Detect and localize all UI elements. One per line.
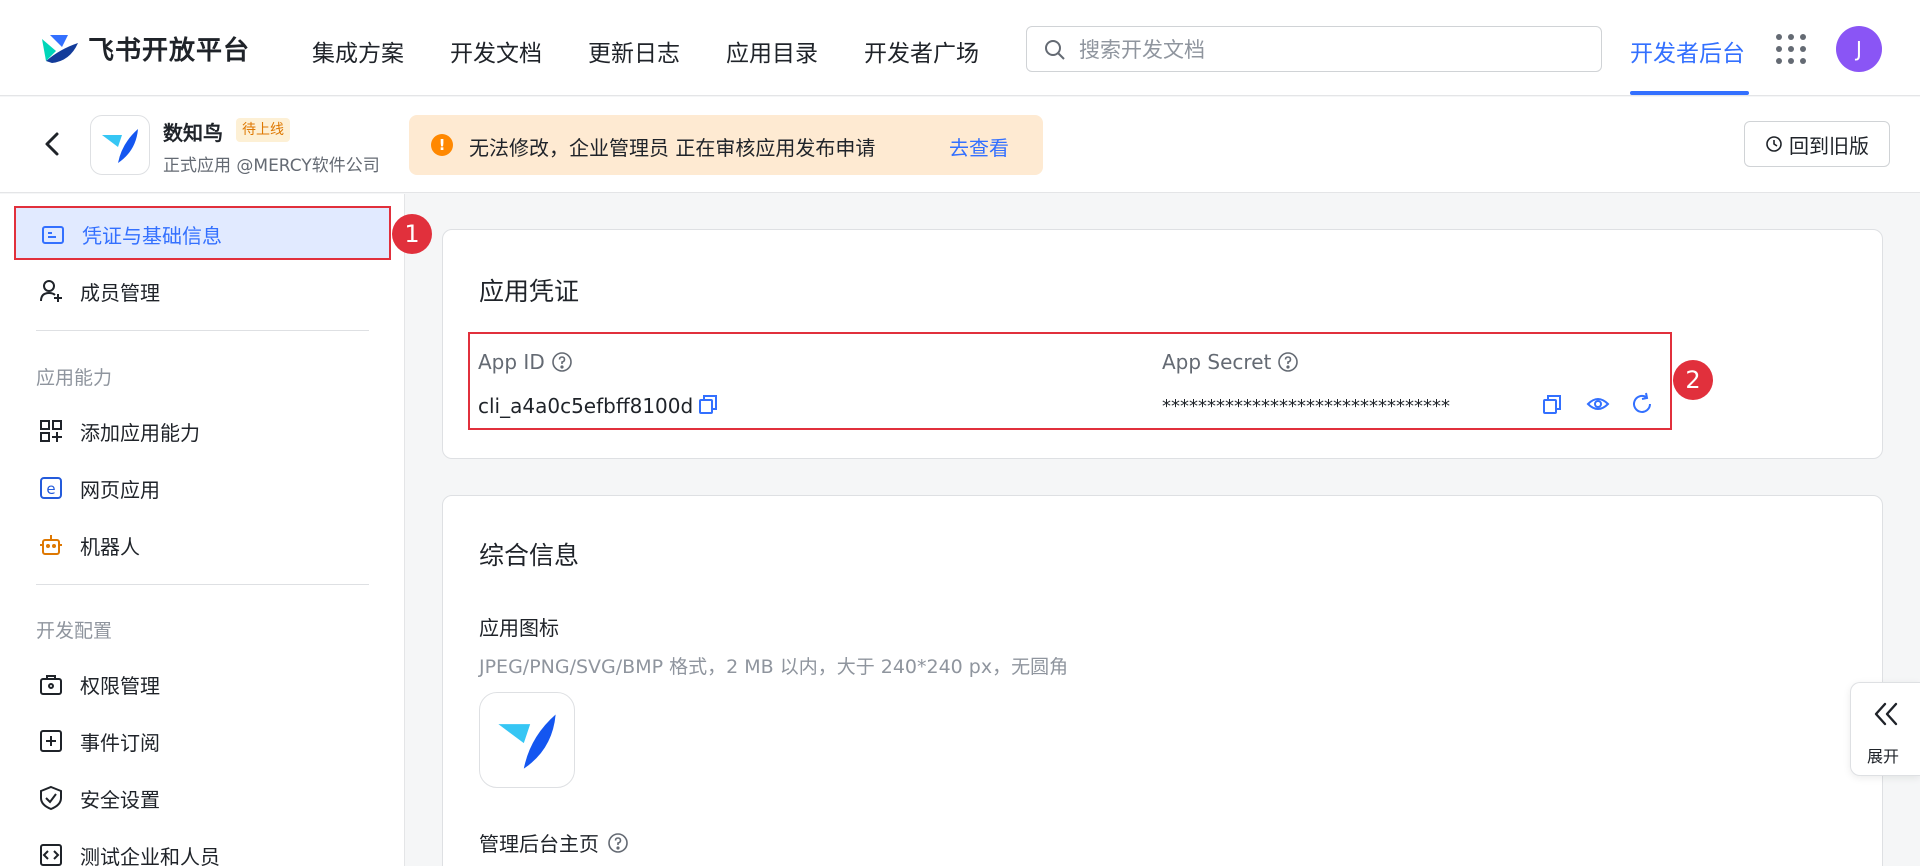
app-grid-icon[interactable] (1776, 34, 1806, 64)
admin-home-label: 管理后台主页 (479, 828, 629, 857)
web-app-icon: e (40, 477, 62, 499)
double-chevron-left-icon (1874, 702, 1898, 726)
sidebar-item-label: 测试企业和人员 (80, 844, 220, 866)
app-icon-upload[interactable] (479, 692, 575, 788)
expand-label: 展开 (1867, 747, 1900, 766)
sidebar-group-title: 开发配置 (36, 620, 113, 642)
annotation-marker-1: 1 (392, 214, 432, 254)
app-secret-label: App Secret (1162, 350, 1299, 374)
app-id-label-text: App ID (478, 350, 545, 374)
copy-icon[interactable] (1540, 392, 1564, 416)
sidebar-item-label: 网页应用 (80, 477, 160, 502)
nav-item-developer-square[interactable]: 开发者广场 (864, 34, 979, 68)
help-circle-icon[interactable] (551, 351, 573, 373)
robot-icon (40, 535, 62, 555)
general-info-card: 综合信息 应用图标 JPEG/PNG/SVG/BMP 格式，2 MB 以内，大于… (442, 495, 1883, 866)
search-icon (1045, 40, 1065, 60)
nav-item-app-directory[interactable]: 应用目录 (726, 34, 818, 68)
feishu-logo-icon (42, 34, 78, 63)
search-box[interactable] (1026, 26, 1602, 72)
sidebar-item-label: 成员管理 (80, 280, 160, 305)
alert-view-link[interactable]: 去查看 (949, 132, 1009, 161)
eye-icon[interactable] (1586, 392, 1610, 416)
help-circle-icon[interactable] (1277, 351, 1299, 373)
sidebar-divider (36, 584, 369, 585)
top-navigation: 飞书开放平台 集成方案 开发文档 更新日志 应用目录 开发者广场 开发者后台 J (0, 0, 1920, 96)
app-credentials-card: 应用凭证 App ID cli_a4a0c5efbff8100d App Sec… (442, 229, 1883, 459)
credentials-title: 应用凭证 (479, 277, 580, 306)
nav-item-docs[interactable]: 开发文档 (450, 34, 542, 68)
app-id-value: cli_a4a0c5efbff8100d (478, 394, 694, 418)
help-circle-icon[interactable] (607, 832, 629, 854)
warning-icon: ! (431, 134, 453, 156)
sidebar: 凭证与基础信息 1 成员管理 应用能力 添加应用能力 e 网页应用 机器人 开发… (0, 194, 432, 866)
sidebar-item-bot[interactable]: 机器人 (38, 530, 140, 560)
app-icon-label: 应用图标 (479, 616, 559, 640)
app-secret-value: ******************************** (1162, 396, 1450, 417)
app-icon-hint: JPEG/PNG/SVG/BMP 格式，2 MB 以内，大于 240*240 p… (479, 656, 1069, 678)
sidebar-item-members[interactable]: 成员管理 (38, 276, 160, 306)
sidebar-item-label: 添加应用能力 (80, 420, 200, 445)
sidebar-group-title: 应用能力 (36, 367, 113, 389)
back-to-old-version-label: 回到旧版 (1789, 133, 1869, 158)
expand-panel-button[interactable]: 展开 (1850, 682, 1920, 776)
back-to-old-version-button[interactable]: 回到旧版 (1744, 121, 1890, 167)
active-nav-indicator (1630, 91, 1749, 95)
sidebar-item-add-capability[interactable]: 添加应用能力 (38, 416, 200, 446)
brand-name: 飞书开放平台 (88, 36, 251, 66)
alert-text: 无法修改，企业管理员 正在审核应用发布申请 (469, 136, 876, 160)
sidebar-item-credentials[interactable]: 凭证与基础信息 (14, 206, 391, 260)
app-name: 数知鸟 (163, 121, 223, 145)
member-add-icon (40, 280, 62, 302)
annotation-marker-2: 2 (1673, 360, 1713, 400)
credentials-highlight-box: App ID cli_a4a0c5efbff8100d App Secret *… (468, 332, 1672, 430)
admin-home-label-text: 管理后台主页 (479, 832, 599, 856)
shield-icon (40, 785, 62, 811)
sidebar-item-label: 事件订阅 (80, 730, 160, 755)
app-icon (90, 115, 150, 175)
sidebar-item-label: 权限管理 (80, 673, 160, 698)
code-icon (40, 844, 62, 866)
review-alert-banner: ! 无法修改，企业管理员 正在审核应用发布申请 去查看 (409, 115, 1043, 175)
event-subscription-icon (40, 730, 62, 752)
search-input[interactable] (1079, 36, 1579, 64)
sidebar-item-label: 机器人 (80, 534, 140, 559)
app-secret-label-text: App Secret (1162, 350, 1272, 374)
sidebar-item-web-app[interactable]: e 网页应用 (38, 473, 160, 503)
app-id-label: App ID (478, 350, 573, 374)
svg-text:e: e (46, 480, 55, 498)
nav-item-developer-console[interactable]: 开发者后台 (1630, 34, 1745, 68)
credentials-card-icon (42, 225, 64, 244)
app-subtitle: 正式应用 @MERCY软件公司 (163, 156, 380, 176)
sidebar-item-label: 安全设置 (80, 787, 160, 812)
brand-logo[interactable]: 飞书开放平台 (38, 30, 250, 67)
permissions-icon (40, 675, 62, 695)
copy-icon[interactable] (696, 392, 720, 416)
bird-logo-icon (102, 129, 138, 163)
nav-item-changelog[interactable]: 更新日志 (588, 34, 680, 68)
bird-logo-icon (498, 714, 556, 769)
add-capability-icon (40, 420, 62, 442)
sidebar-divider (36, 330, 369, 331)
general-info-title: 综合信息 (479, 541, 580, 570)
refresh-icon[interactable] (1630, 392, 1654, 416)
status-badge: 待上线 (236, 118, 290, 142)
sidebar-item-events[interactable]: 事件订阅 (38, 726, 160, 756)
sidebar-item-test-tenant[interactable]: 测试企业和人员 (38, 840, 220, 866)
history-clock-icon (1766, 136, 1782, 152)
sidebar-item-label: 凭证与基础信息 (82, 224, 222, 248)
back-arrow-icon[interactable] (38, 129, 68, 159)
app-header: 数知鸟 待上线 正式应用 @MERCY软件公司 ! 无法修改，企业管理员 正在审… (0, 97, 1920, 193)
user-avatar[interactable]: J (1836, 26, 1882, 72)
sidebar-item-security[interactable]: 安全设置 (38, 783, 160, 813)
nav-item-solutions[interactable]: 集成方案 (312, 34, 404, 68)
sidebar-item-permissions[interactable]: 权限管理 (38, 669, 160, 699)
